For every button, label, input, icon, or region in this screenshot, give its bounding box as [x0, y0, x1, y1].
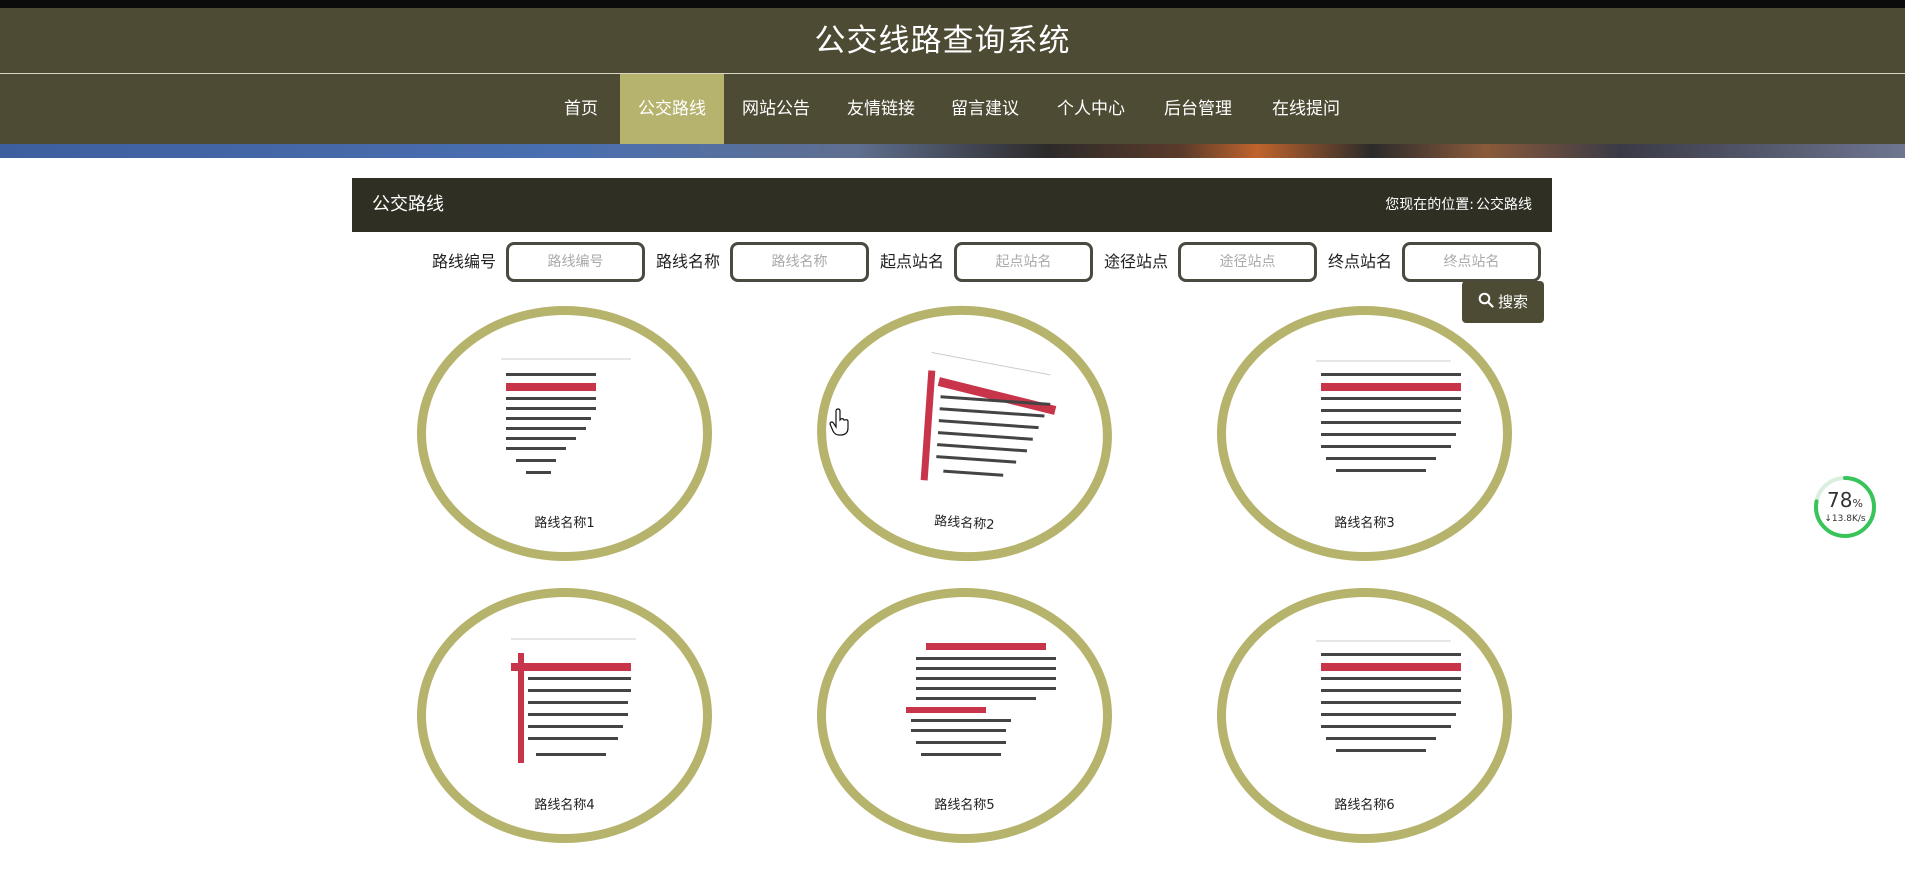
nav-item-admin[interactable]: 后台管理 — [1155, 74, 1241, 144]
nav-item-profile[interactable]: 个人中心 — [1048, 74, 1134, 144]
route-map-image — [501, 358, 631, 474]
route-map-image — [1316, 360, 1461, 472]
route-name: 路线名称5 — [934, 798, 995, 813]
start-station-input[interactable] — [954, 242, 1093, 282]
nav-item-announcements[interactable]: 网站公告 — [733, 74, 819, 144]
route-card[interactable]: 路线名称2 — [808, 296, 1121, 571]
network-speed-widget[interactable]: 78% ↓13.8K/s — [1812, 474, 1878, 540]
hand-cursor-icon — [829, 408, 849, 436]
route-name: 路线名称4 — [534, 798, 595, 813]
speed-rate: ↓13.8K/s — [1824, 514, 1866, 524]
nav-item-home[interactable]: 首页 — [556, 74, 606, 144]
route-card[interactable]: 路线名称3 — [1217, 306, 1512, 561]
nav-item-feedback[interactable]: 留言建议 — [942, 74, 1028, 144]
route-name: 路线名称1 — [534, 516, 595, 531]
route-map-image — [906, 643, 1056, 756]
banner-image-strip — [0, 144, 1905, 158]
route-map-image — [511, 638, 636, 763]
route-name: 路线名称6 — [1334, 798, 1395, 813]
route-map-image — [1316, 640, 1461, 752]
via-stations-input[interactable] — [1178, 242, 1317, 282]
breadcrumb-label: 您现在的位置: — [1385, 197, 1474, 213]
breadcrumb: 您现在的位置: 公交路线 — [1383, 178, 1532, 232]
section-header: 公交路线 您现在的位置: 公交路线 — [352, 178, 1552, 232]
route-card[interactable]: 路线名称1 — [417, 306, 712, 561]
route-number-label: 路线编号 — [432, 252, 497, 271]
route-number-input[interactable] — [506, 242, 645, 282]
site-title: 公交线路查询系统 — [814, 23, 1071, 59]
nav-list: 首页 公交路线 网站公告 友情链接 留言建议 个人中心 后台管理 在线提问 — [0, 74, 1905, 144]
nav-item-online-questions[interactable]: 在线提问 — [1263, 74, 1349, 144]
start-station-label: 起点站名 — [880, 252, 945, 271]
nav-item-friend-links[interactable]: 友情链接 — [838, 74, 924, 144]
route-name: 路线名称3 — [1334, 516, 1395, 531]
route-map-image — [920, 352, 1057, 481]
route-card[interactable]: 路线名称4 — [417, 588, 712, 843]
route-name-label: 路线名称 — [656, 252, 721, 271]
route-card[interactable]: 路线名称5 — [817, 588, 1112, 843]
route-name-input[interactable] — [730, 242, 869, 282]
speed-percent: 78% — [1827, 488, 1863, 512]
main-nav: 首页 公交路线 网站公告 友情链接 留言建议 个人中心 后台管理 在线提问 — [0, 74, 1905, 144]
nav-item-bus-routes[interactable]: 公交路线 — [620, 74, 724, 144]
search-form: 路线编号 路线名称 起点站名 途径站点 终点站名 — [352, 242, 1552, 284]
end-station-label: 终点站名 — [1328, 252, 1393, 271]
via-stations-label: 途径站点 — [1104, 252, 1169, 271]
route-card[interactable]: 路线名称6 — [1217, 588, 1512, 843]
breadcrumb-current[interactable]: 公交路线 — [1476, 197, 1532, 213]
section-title: 公交路线 — [372, 194, 444, 215]
end-station-input[interactable] — [1402, 242, 1541, 282]
window-top-strip — [0, 0, 1905, 8]
